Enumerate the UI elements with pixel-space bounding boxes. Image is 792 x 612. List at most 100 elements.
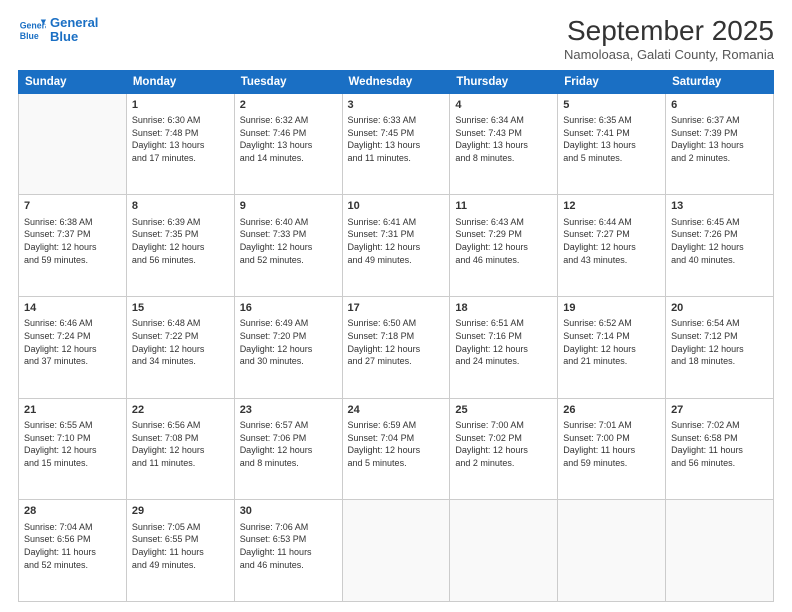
- page: General Blue General Blue September 2025…: [0, 0, 792, 612]
- cell-0-2: 2Sunrise: 6:32 AMSunset: 7:46 PMDaylight…: [234, 93, 342, 195]
- day-info-line: Daylight: 13 hours: [132, 139, 229, 152]
- logo-line2: Blue: [50, 30, 98, 44]
- day-info-line: and 46 minutes.: [455, 254, 552, 267]
- day-number: 20: [671, 301, 768, 316]
- cell-4-4: [450, 500, 558, 602]
- day-info-line: and 24 minutes.: [455, 355, 552, 368]
- cell-4-2: 30Sunrise: 7:06 AMSunset: 6:53 PMDayligh…: [234, 500, 342, 602]
- day-number: 29: [132, 504, 229, 519]
- day-info-line: Sunset: 7:46 PM: [240, 127, 337, 140]
- cell-1-6: 13Sunrise: 6:45 AMSunset: 7:26 PMDayligh…: [666, 195, 774, 297]
- day-info-line: Sunset: 7:10 PM: [24, 432, 121, 445]
- week-row-0: 1Sunrise: 6:30 AMSunset: 7:48 PMDaylight…: [19, 93, 774, 195]
- logo-line1: General: [50, 16, 98, 30]
- day-info-line: Sunset: 6:53 PM: [240, 533, 337, 546]
- day-info-line: Sunset: 7:41 PM: [563, 127, 660, 140]
- day-info-line: Sunrise: 7:01 AM: [563, 419, 660, 432]
- day-info-line: and 43 minutes.: [563, 254, 660, 267]
- day-info-line: Sunrise: 6:33 AM: [348, 114, 445, 127]
- day-info-line: Daylight: 12 hours: [240, 343, 337, 356]
- day-info-line: Sunrise: 6:32 AM: [240, 114, 337, 127]
- header: General Blue General Blue September 2025…: [18, 16, 774, 62]
- day-info-line: and 11 minutes.: [348, 152, 445, 165]
- day-info-line: Sunrise: 6:57 AM: [240, 419, 337, 432]
- day-info-line: Sunset: 7:08 PM: [132, 432, 229, 445]
- day-info-line: Sunset: 7:20 PM: [240, 330, 337, 343]
- day-info-line: and 2 minutes.: [455, 457, 552, 470]
- day-info-line: and 17 minutes.: [132, 152, 229, 165]
- day-info-line: Sunrise: 6:40 AM: [240, 216, 337, 229]
- day-info-line: Sunset: 6:58 PM: [671, 432, 768, 445]
- cell-3-0: 21Sunrise: 6:55 AMSunset: 7:10 PMDayligh…: [19, 398, 127, 500]
- day-info-line: Daylight: 12 hours: [348, 444, 445, 457]
- day-number: 6: [671, 98, 768, 113]
- cell-4-6: [666, 500, 774, 602]
- cell-1-2: 9Sunrise: 6:40 AMSunset: 7:33 PMDaylight…: [234, 195, 342, 297]
- day-info-line: Daylight: 11 hours: [132, 546, 229, 559]
- day-number: 30: [240, 504, 337, 519]
- day-number: 10: [348, 199, 445, 214]
- day-info-line: Sunrise: 6:38 AM: [24, 216, 121, 229]
- logo-icon: General Blue: [18, 16, 46, 44]
- cell-1-5: 12Sunrise: 6:44 AMSunset: 7:27 PMDayligh…: [558, 195, 666, 297]
- day-info-line: Sunset: 7:04 PM: [348, 432, 445, 445]
- cell-2-2: 16Sunrise: 6:49 AMSunset: 7:20 PMDayligh…: [234, 297, 342, 399]
- day-info-line: and 56 minutes.: [671, 457, 768, 470]
- day-number: 3: [348, 98, 445, 113]
- col-header-wednesday: Wednesday: [342, 70, 450, 93]
- cell-1-1: 8Sunrise: 6:39 AMSunset: 7:35 PMDaylight…: [126, 195, 234, 297]
- day-info-line: Sunset: 7:35 PM: [132, 228, 229, 241]
- cell-0-5: 5Sunrise: 6:35 AMSunset: 7:41 PMDaylight…: [558, 93, 666, 195]
- day-info-line: Daylight: 11 hours: [671, 444, 768, 457]
- day-number: 27: [671, 403, 768, 418]
- day-info-line: Sunrise: 6:46 AM: [24, 317, 121, 330]
- day-info-line: Sunrise: 6:43 AM: [455, 216, 552, 229]
- day-info-line: and 14 minutes.: [240, 152, 337, 165]
- day-info-line: Daylight: 12 hours: [132, 444, 229, 457]
- day-number: 25: [455, 403, 552, 418]
- col-header-tuesday: Tuesday: [234, 70, 342, 93]
- day-number: 11: [455, 199, 552, 214]
- day-number: 26: [563, 403, 660, 418]
- day-info-line: Sunset: 7:45 PM: [348, 127, 445, 140]
- day-info-line: Daylight: 12 hours: [24, 444, 121, 457]
- cell-2-5: 19Sunrise: 6:52 AMSunset: 7:14 PMDayligh…: [558, 297, 666, 399]
- day-info-line: Sunrise: 6:56 AM: [132, 419, 229, 432]
- day-info-line: and 30 minutes.: [240, 355, 337, 368]
- day-info-line: and 27 minutes.: [348, 355, 445, 368]
- day-info-line: Sunrise: 6:37 AM: [671, 114, 768, 127]
- day-info-line: and 15 minutes.: [24, 457, 121, 470]
- day-number: 4: [455, 98, 552, 113]
- cell-3-4: 25Sunrise: 7:00 AMSunset: 7:02 PMDayligh…: [450, 398, 558, 500]
- calendar-table: SundayMondayTuesdayWednesdayThursdayFrid…: [18, 70, 774, 602]
- day-info-line: Sunrise: 6:51 AM: [455, 317, 552, 330]
- day-info-line: Sunset: 7:26 PM: [671, 228, 768, 241]
- day-number: 18: [455, 301, 552, 316]
- day-info-line: Sunset: 7:06 PM: [240, 432, 337, 445]
- day-info-line: Daylight: 12 hours: [132, 343, 229, 356]
- day-info-line: Sunset: 7:18 PM: [348, 330, 445, 343]
- week-row-2: 14Sunrise: 6:46 AMSunset: 7:24 PMDayligh…: [19, 297, 774, 399]
- cell-0-6: 6Sunrise: 6:37 AMSunset: 7:39 PMDaylight…: [666, 93, 774, 195]
- day-info-line: Sunset: 7:48 PM: [132, 127, 229, 140]
- day-info-line: Daylight: 12 hours: [563, 343, 660, 356]
- day-info-line: Sunrise: 6:52 AM: [563, 317, 660, 330]
- day-number: 14: [24, 301, 121, 316]
- day-info-line: and 52 minutes.: [24, 559, 121, 572]
- day-info-line: Sunrise: 6:45 AM: [671, 216, 768, 229]
- day-number: 19: [563, 301, 660, 316]
- day-info-line: Daylight: 12 hours: [24, 241, 121, 254]
- day-info-line: Daylight: 13 hours: [563, 139, 660, 152]
- svg-text:Blue: Blue: [20, 31, 39, 41]
- day-number: 7: [24, 199, 121, 214]
- header-row: SundayMondayTuesdayWednesdayThursdayFrid…: [19, 70, 774, 93]
- cell-4-1: 29Sunrise: 7:05 AMSunset: 6:55 PMDayligh…: [126, 500, 234, 602]
- col-header-sunday: Sunday: [19, 70, 127, 93]
- day-info-line: Daylight: 12 hours: [455, 343, 552, 356]
- day-info-line: Sunrise: 7:05 AM: [132, 521, 229, 534]
- day-info-line: Daylight: 12 hours: [348, 241, 445, 254]
- cell-2-1: 15Sunrise: 6:48 AMSunset: 7:22 PMDayligh…: [126, 297, 234, 399]
- cell-3-1: 22Sunrise: 6:56 AMSunset: 7:08 PMDayligh…: [126, 398, 234, 500]
- day-number: 16: [240, 301, 337, 316]
- day-info-line: and 56 minutes.: [132, 254, 229, 267]
